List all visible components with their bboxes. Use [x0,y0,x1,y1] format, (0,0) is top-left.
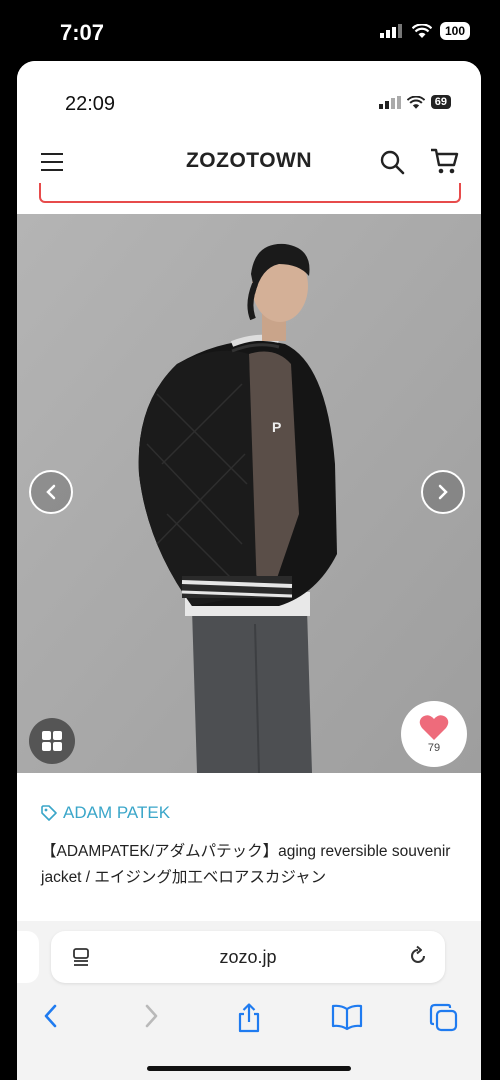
cart-icon[interactable] [429,147,459,175]
cellular-signal-icon [379,24,402,38]
outer-status-icons: 100 [379,22,470,40]
product-photo-illustration: P [17,214,481,773]
back-icon[interactable] [41,1003,61,1029]
prev-image-button[interactable] [29,470,73,514]
outer-status-bar: 7:07 100 [0,0,500,62]
battery-indicator: 100 [439,22,470,40]
cellular-signal-icon [378,95,401,109]
forward-icon[interactable] [141,1003,161,1029]
next-image-button[interactable] [421,470,465,514]
inner-clock: 22:09 [65,93,116,115]
chevron-left-icon [46,484,56,500]
product-image[interactable]: P 79 [17,214,481,773]
outer-clock: 7:07 [60,20,105,45]
reload-icon[interactable] [407,945,429,967]
address-bar[interactable]: zozo.jp [51,931,445,983]
browser-toolbar: zozo.jp [17,921,481,1080]
tabs-icon[interactable] [429,1003,459,1033]
url-text: zozo.jp [219,947,277,967]
product-title: 【ADAMPATEK/アダムパテック】aging reversible souv… [41,843,451,886]
heart-icon [419,715,449,740]
brand-name: ADAM PATEK [63,803,171,822]
svg-text:P: P [272,419,281,435]
bookmarks-icon[interactable] [331,1003,363,1031]
grid-icon [42,731,62,751]
chevron-right-icon [438,484,448,500]
wifi-icon [411,24,432,38]
browser-window: 22:09 69 ZOZOTOWN P 79 ADAM PATEK 【ADAMP… [17,61,481,1080]
image-grid-button[interactable] [29,718,75,764]
site-header: ZOZOTOWN [17,139,481,189]
brand-link[interactable]: ADAM PATEK [41,803,170,823]
search-icon[interactable] [379,149,405,175]
campaign-banner-edge[interactable] [39,183,461,203]
tag-icon [41,805,57,821]
wifi-icon [406,95,425,109]
previous-tab-preview[interactable] [17,931,39,983]
inner-status-icons: 69 [378,95,451,109]
favorite-count: 79 [427,742,441,754]
share-icon[interactable] [235,1003,263,1033]
home-indicator [147,1066,351,1071]
favorite-button[interactable]: 79 [401,701,467,767]
inner-status-bar: 22:09 69 [17,61,481,147]
battery-indicator: 69 [430,95,451,109]
browser-nav-icons [17,1003,481,1043]
site-logo[interactable]: ZOZOTOWN [17,149,481,173]
